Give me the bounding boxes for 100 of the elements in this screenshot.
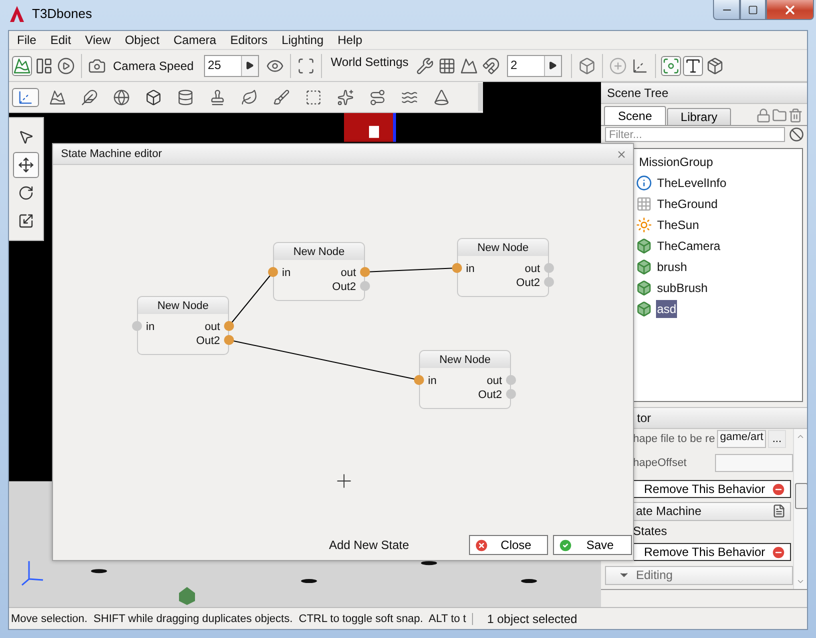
- filter-field[interactable]: Filter...: [605, 127, 785, 142]
- tab[interactable]: Scene: [604, 106, 666, 125]
- grid-icon: [636, 196, 652, 212]
- magnet-icon: [482, 56, 500, 74]
- menu-item[interactable]: Object: [118, 33, 167, 47]
- trash-icon[interactable]: [788, 108, 803, 123]
- tree-item[interactable]: asd: [656, 300, 678, 318]
- port-label: Out2: [332, 281, 356, 293]
- port-dot[interactable]: [506, 389, 516, 399]
- clear-filter-icon[interactable]: [789, 127, 804, 142]
- port-dot[interactable]: [268, 267, 278, 277]
- tree-item[interactable]: MissionGroup: [638, 152, 714, 170]
- cube-icon: [145, 88, 162, 106]
- port-dot[interactable]: [544, 263, 554, 273]
- tree-item[interactable]: TheGround: [656, 194, 719, 212]
- arrow-icon: [245, 61, 254, 70]
- state-node[interactable]: New Node in out Out2: [273, 242, 365, 301]
- tree-item[interactable]: subBrush: [656, 278, 709, 296]
- camera-icon: [88, 56, 106, 74]
- port-label: in: [282, 267, 291, 279]
- node-title: New Node: [138, 297, 228, 314]
- add-state-label[interactable]: Add New State: [328, 538, 409, 552]
- number-field[interactable]: 2: [506, 54, 562, 76]
- port-label: in: [428, 375, 437, 387]
- package-tool-button[interactable]: [704, 56, 725, 76]
- section-header[interactable]: Editing: [605, 566, 793, 584]
- grid-icon: [438, 56, 456, 74]
- scroll-up-icon[interactable]: [796, 432, 805, 441]
- terrain-tool-button[interactable]: [12, 56, 32, 76]
- menu-item[interactable]: File: [10, 33, 44, 47]
- cube-icon: [636, 258, 652, 274]
- tree-item[interactable]: TheSun: [656, 216, 700, 234]
- grid-tool-button[interactable]: [436, 56, 457, 76]
- toolbar-label: Camera Speed: [112, 58, 195, 72]
- port-dot[interactable]: [506, 375, 516, 385]
- save-button[interactable]: Save: [553, 535, 632, 555]
- port-label: Out2: [196, 335, 220, 347]
- menu-item[interactable]: Lighting: [274, 33, 331, 47]
- lock-icon[interactable]: [756, 108, 771, 123]
- save-icon: [558, 538, 573, 552]
- menu-item[interactable]: Camera: [166, 33, 224, 47]
- tree-item[interactable]: TheLevelInfo: [656, 174, 728, 192]
- remove-behavior-button[interactable]: Remove This Behavior: [633, 480, 791, 498]
- text-icon: [684, 56, 702, 74]
- file-field[interactable]: game/art: [716, 430, 766, 448]
- scan-icon: [296, 56, 315, 74]
- state-node[interactable]: New Node in out Out2: [457, 238, 549, 297]
- tree-item[interactable]: TheCamera: [656, 236, 722, 254]
- focus-tool-button[interactable]: [660, 56, 681, 76]
- close-button[interactable]: [766, 0, 814, 20]
- route-icon: [369, 88, 386, 106]
- text-tool-button[interactable]: [682, 56, 703, 76]
- port-dot[interactable]: [544, 277, 554, 287]
- document-icon[interactable]: [772, 504, 786, 518]
- maximize-button[interactable]: [740, 0, 766, 20]
- menu-item[interactable]: Editors: [223, 33, 275, 47]
- rotate-icon: [18, 185, 34, 201]
- magnet-tool-button[interactable]: [480, 56, 501, 76]
- number-field[interactable]: 25: [204, 54, 259, 76]
- spin-arrow-button[interactable]: [544, 56, 561, 76]
- close-icon: [474, 538, 489, 552]
- dialog-title: State Machine editor: [61, 148, 162, 160]
- menu-item[interactable]: Edit: [43, 33, 78, 47]
- mountain-tool-button[interactable]: [458, 56, 479, 76]
- browse-button[interactable]: ...: [768, 430, 786, 448]
- scroll-thumb[interactable]: [794, 483, 807, 509]
- axes-icon: [17, 88, 34, 106]
- scan-tool-button[interactable]: [296, 56, 316, 76]
- scroll-down-icon[interactable]: [796, 577, 805, 586]
- cone-icon: [433, 88, 450, 106]
- wrench-tool-button[interactable]: [414, 56, 435, 76]
- port-label: Out2: [516, 277, 540, 289]
- axes-tool-button[interactable]: [12, 88, 39, 106]
- tab[interactable]: Library: [667, 108, 731, 125]
- port-dot[interactable]: [452, 263, 462, 273]
- spin-arrow-button[interactable]: [240, 56, 258, 76]
- toolbar-grip[interactable]: [478, 83, 483, 111]
- port-dot[interactable]: [224, 335, 234, 345]
- menu-item[interactable]: Help: [330, 33, 370, 47]
- state-node[interactable]: New Node in out Out2: [137, 296, 229, 355]
- input-field[interactable]: [714, 454, 793, 472]
- sun-icon: [636, 216, 652, 232]
- state-node[interactable]: New Node in out Out2: [419, 350, 511, 409]
- close-button[interactable]: Close: [469, 535, 548, 555]
- close-icon[interactable]: [616, 148, 627, 160]
- port-dot[interactable]: [360, 267, 370, 277]
- menu-item[interactable]: View: [78, 33, 118, 47]
- play-tool-button[interactable]: [56, 56, 76, 76]
- port-dot[interactable]: [132, 321, 142, 331]
- layout-tool-button[interactable]: [34, 56, 54, 76]
- property-label: hape file to be re: [633, 433, 715, 445]
- remove-behavior-button[interactable]: Remove This Behavior: [633, 543, 791, 561]
- move-tool-button[interactable]: [13, 152, 39, 178]
- scrollbar[interactable]: [792, 429, 807, 589]
- port-dot[interactable]: [360, 281, 370, 291]
- port-dot[interactable]: [414, 375, 424, 385]
- port-label: in: [146, 321, 155, 333]
- status-message: Move selection. SHIFT while dragging duplicates objects. CTRL to toggle soft snap. ALT to t: [9, 612, 474, 624]
- tree-item[interactable]: brush: [656, 258, 688, 276]
- folder-icon[interactable]: [772, 108, 787, 123]
